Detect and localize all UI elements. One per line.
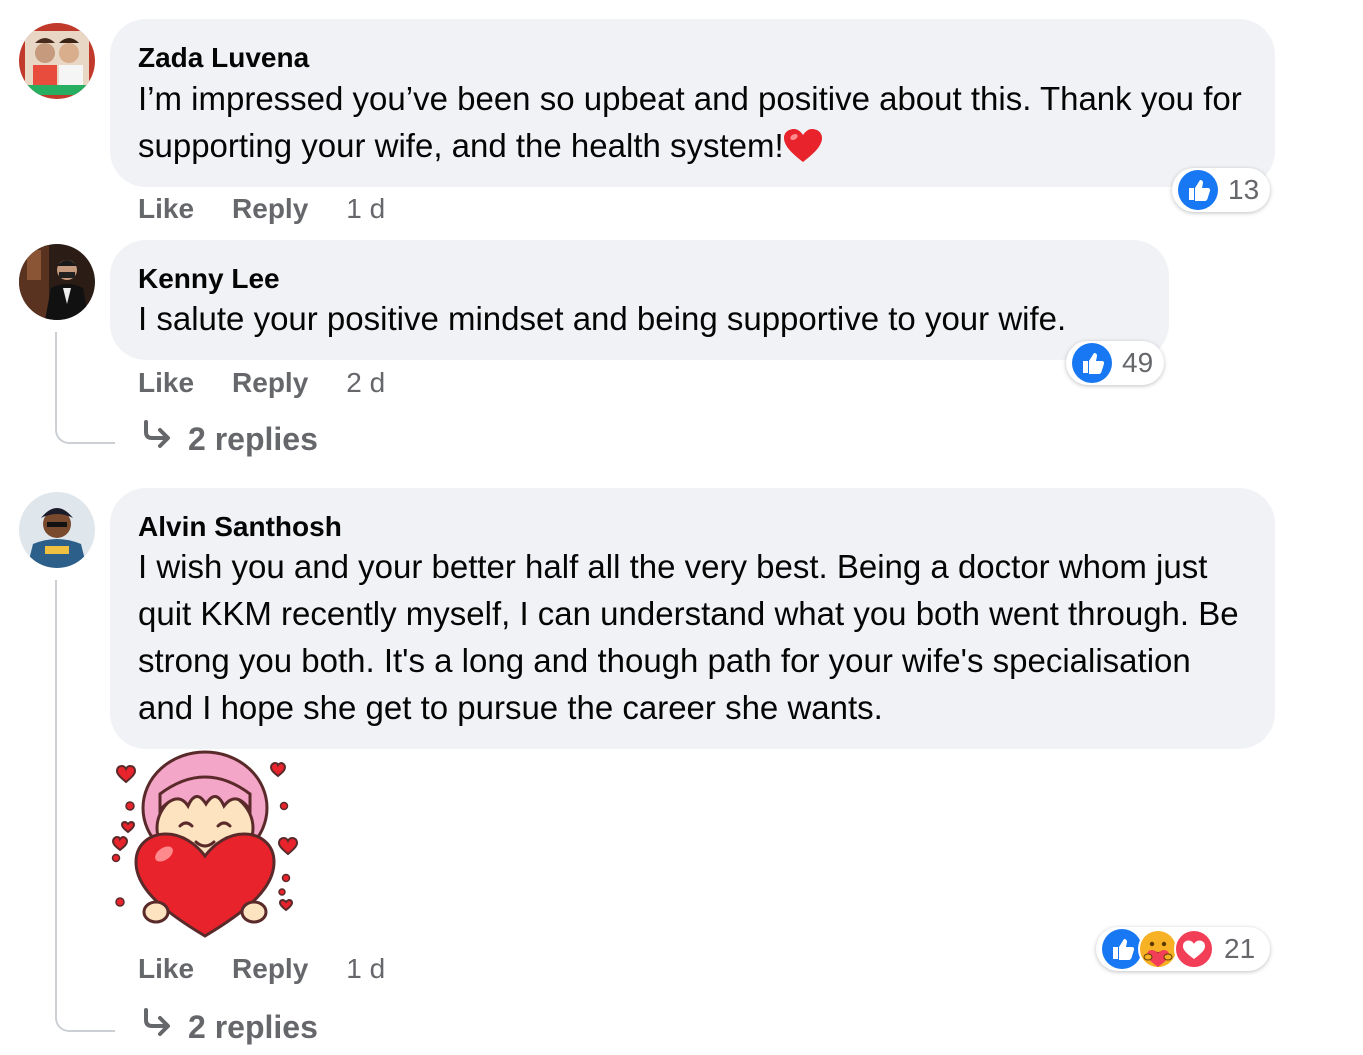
comment-timestamp[interactable]: 1 d (346, 953, 385, 985)
like-icon (1072, 343, 1112, 383)
girl-holding-heart-sticker[interactable] (108, 750, 302, 942)
reaction-summary[interactable]: 21 (1096, 927, 1270, 971)
comment-timestamp[interactable]: 1 d (346, 193, 385, 225)
view-replies-button[interactable]: 2 replies (140, 1008, 318, 1046)
reply-button[interactable]: Reply (232, 953, 308, 985)
reaction-summary[interactable]: 13 (1172, 168, 1270, 212)
replies-count-label: 2 replies (188, 1008, 318, 1045)
reaction-count: 49 (1122, 347, 1154, 378)
avatar[interactable] (19, 244, 95, 320)
comment-author[interactable]: Alvin Santhosh (138, 510, 1247, 544)
like-icon (1178, 170, 1218, 210)
comment-text: I wish you and your better half all the … (138, 548, 1248, 726)
reply-arrow-icon (140, 1008, 174, 1046)
love-icon (1174, 929, 1214, 969)
avatar[interactable] (19, 492, 95, 568)
comment-bubble: Alvin Santhosh I wish you and your bette… (110, 488, 1275, 749)
comment-author[interactable]: Zada Luvena (138, 41, 1247, 75)
comment-author[interactable]: Kenny Lee (138, 262, 1141, 296)
comment-text: I’m impressed you’ve been so upbeat and … (138, 80, 1251, 164)
reaction-summary[interactable]: 49 (1066, 341, 1164, 385)
avatar[interactable] (19, 23, 95, 99)
reply-arrow-icon (140, 420, 174, 458)
reply-button[interactable]: Reply (232, 367, 308, 399)
comment-text: I salute your positive mindset and being… (138, 300, 1067, 337)
like-button[interactable]: Like (138, 193, 194, 225)
view-replies-button[interactable]: 2 replies (140, 420, 318, 458)
like-button[interactable]: Like (138, 367, 194, 399)
comment-bubble: Zada Luvena I’m impressed you’ve been so… (110, 19, 1275, 187)
red-heart-emoji-icon (783, 128, 822, 162)
reply-button[interactable]: Reply (232, 193, 308, 225)
thread-connector (55, 580, 115, 1032)
comment-timestamp[interactable]: 2 d (346, 367, 385, 399)
like-button[interactable]: Like (138, 953, 194, 985)
comment-bubble: Kenny Lee I salute your positive mindset… (110, 240, 1169, 360)
reaction-count: 13 (1228, 174, 1260, 205)
thread-connector (55, 332, 115, 444)
comment-actions: Like Reply 1 d (138, 193, 385, 225)
comment-actions: Like Reply 2 d (138, 367, 385, 399)
comment-text-wrap: I’m impressed you’ve been so upbeat and … (138, 75, 1247, 169)
like-icon (1102, 929, 1142, 969)
care-icon (1138, 929, 1178, 969)
reaction-count: 21 (1224, 933, 1256, 964)
replies-count-label: 2 replies (188, 420, 318, 457)
comment-actions: Like Reply 1 d (138, 953, 385, 985)
